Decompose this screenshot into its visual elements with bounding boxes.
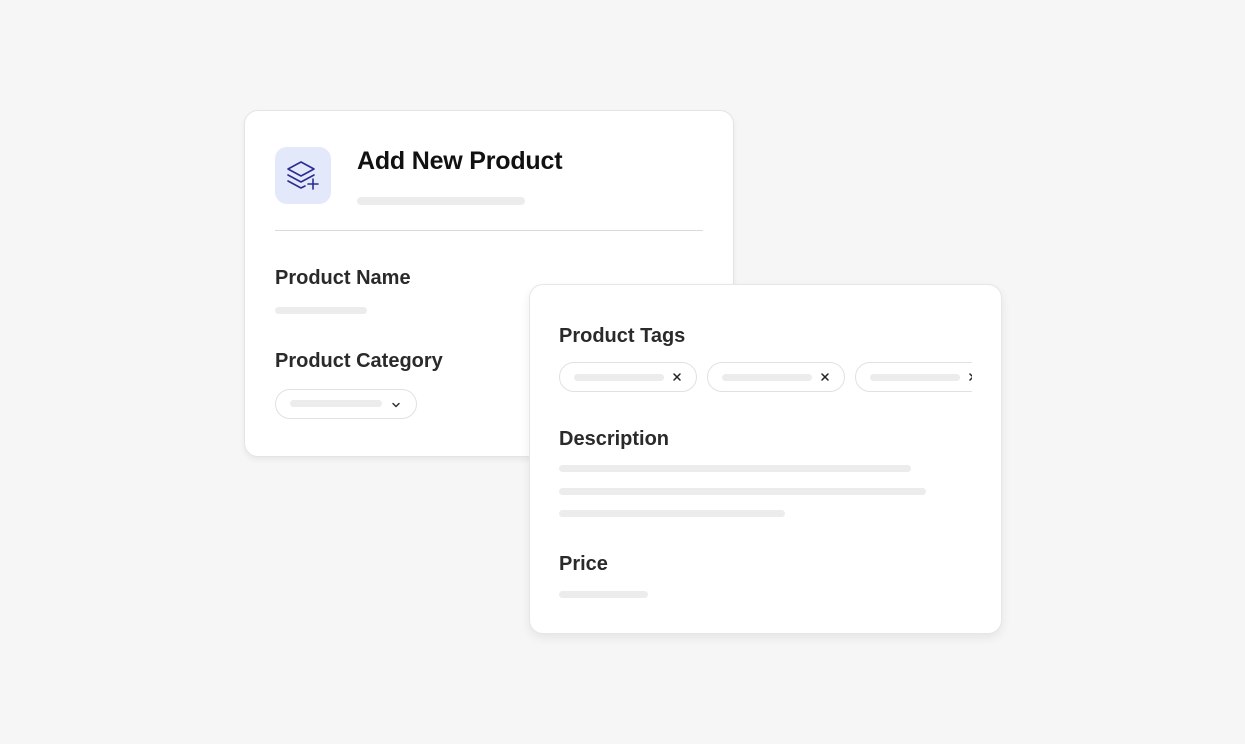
- chevron-down-icon: [392, 402, 400, 408]
- close-icon[interactable]: [968, 372, 972, 382]
- tag-text-placeholder: [870, 374, 960, 381]
- tag-text-placeholder: [574, 374, 664, 381]
- product-details-card: Product Tags Description Price: [529, 284, 1002, 634]
- product-icon-tile: [275, 147, 331, 204]
- price-label: Price: [559, 553, 608, 575]
- subtitle-placeholder: [357, 197, 525, 205]
- description-line: [559, 488, 926, 495]
- tag-chip[interactable]: [855, 362, 972, 392]
- tag-chip[interactable]: [707, 362, 845, 392]
- layers-plus-icon: [287, 160, 319, 190]
- product-category-select[interactable]: [275, 389, 417, 419]
- product-name-label: Product Name: [275, 267, 411, 289]
- close-icon[interactable]: [672, 372, 682, 382]
- header-divider: [275, 230, 703, 231]
- description-line: [559, 510, 785, 517]
- product-tags-label: Product Tags: [559, 325, 686, 347]
- description-line: [559, 465, 911, 472]
- product-category-label: Product Category: [275, 350, 443, 372]
- price-input[interactable]: [559, 591, 648, 598]
- tag-text-placeholder: [722, 374, 812, 381]
- product-name-input[interactable]: [275, 307, 367, 314]
- description-label: Description: [559, 428, 670, 450]
- select-value-placeholder: [290, 400, 382, 407]
- page-title: Add New Product: [357, 147, 563, 175]
- tag-chip[interactable]: [559, 362, 697, 392]
- close-icon[interactable]: [820, 372, 830, 382]
- product-tags-list: [559, 362, 972, 394]
